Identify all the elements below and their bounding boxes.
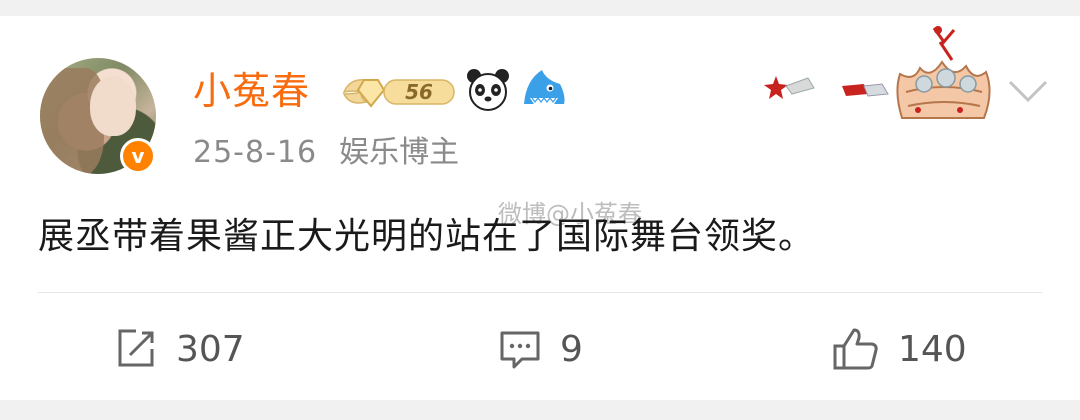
comment-icon [500,331,540,369]
verified-icon: v [120,138,156,174]
comment-button[interactable]: 9 [498,326,583,372]
post-date: 25-8-16 [193,135,318,170]
thumbs-up-icon [833,328,878,370]
post-content: 展丞带着果酱正大光明的站在了国际舞台领奖。 [38,216,816,257]
level-badge-text: 56 [405,80,433,104]
author-role: 娱乐博主 [339,135,460,170]
avatar-face [90,76,136,136]
username[interactable]: 小菟春 [193,68,310,114]
post-meta: 25-8-16 娱乐博主 [193,134,459,172]
chevron-down-icon[interactable] [1006,76,1050,106]
like-button[interactable]: 140 [832,326,967,372]
level-badge-icon: 56 [342,79,455,108]
shark-badge-icon [524,70,565,104]
repost-button[interactable]: 307 [114,326,245,372]
repost-count: 307 [176,328,245,370]
divider [38,292,1042,293]
repost-icon [118,329,154,367]
like-count: 140 [898,328,967,370]
card-decoration-icon [764,26,991,119]
comment-count: 9 [560,328,583,370]
post-card: v 小菟春 56 25-8-16 娱乐博主 微博@小菟春 展丞带着果酱正大光明的… [0,16,1080,400]
panda-badge-icon [467,69,509,111]
